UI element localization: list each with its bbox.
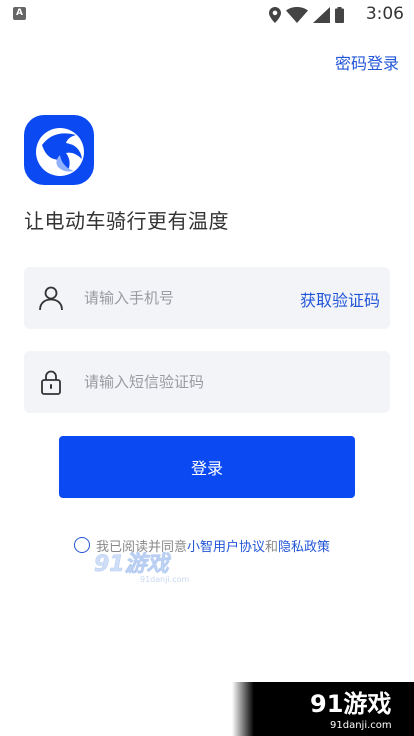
- watermark-center: 91游戏 91danji.com: [92, 545, 192, 585]
- watermark-bottom: 91游戏 91danji.com: [232, 682, 414, 736]
- lock-icon: [41, 370, 61, 395]
- battery-icon: [335, 7, 344, 23]
- phone-input[interactable]: [84, 267, 304, 329]
- status-icons: [269, 6, 344, 24]
- status-time: 3:06: [365, 4, 404, 24]
- app-badge-label: A: [16, 8, 23, 18]
- sms-code-field: [24, 351, 390, 413]
- status-bar: A 3:06: [0, 0, 414, 30]
- signal-icon: [313, 7, 330, 23]
- watermark-center-graphic: 91游戏 91danji.com: [94, 552, 190, 584]
- agreement-checkbox[interactable]: [74, 537, 90, 553]
- tagline: 让电动车骑行更有温度: [24, 209, 229, 233]
- app-notification-icon: A: [13, 7, 26, 20]
- watermark-bottom-url: 91danji.com: [330, 720, 392, 731]
- wifi-icon: [286, 7, 308, 23]
- phone-field: 获取验证码: [24, 267, 390, 329]
- watermark-center-logo: 91游戏: [94, 552, 172, 577]
- user-agreement-link[interactable]: 小智用户协议: [187, 536, 265, 555]
- password-login-link[interactable]: 密码登录: [335, 50, 399, 74]
- watermark-center-url: 91danji.com: [140, 575, 190, 584]
- sms-code-input[interactable]: [84, 351, 374, 413]
- app-logo-eagle-icon: [24, 115, 94, 185]
- login-button[interactable]: 登录: [59, 436, 355, 498]
- watermark-bottom-logo: 91游戏: [310, 690, 391, 718]
- login-screen: A 3:06 密码登录 让电动车骑行更有温度 请输入手机号 获取验证码 请输入短…: [0, 0, 414, 736]
- watermark-bottom-graphic: 91游戏 91danji.com: [232, 682, 414, 736]
- privacy-policy-link[interactable]: 隐私政策: [278, 536, 330, 555]
- agreement-conjunction: 和: [265, 539, 279, 555]
- get-code-button[interactable]: 获取验证码: [300, 287, 380, 311]
- location-icon: [269, 7, 281, 23]
- user-icon: [39, 286, 63, 311]
